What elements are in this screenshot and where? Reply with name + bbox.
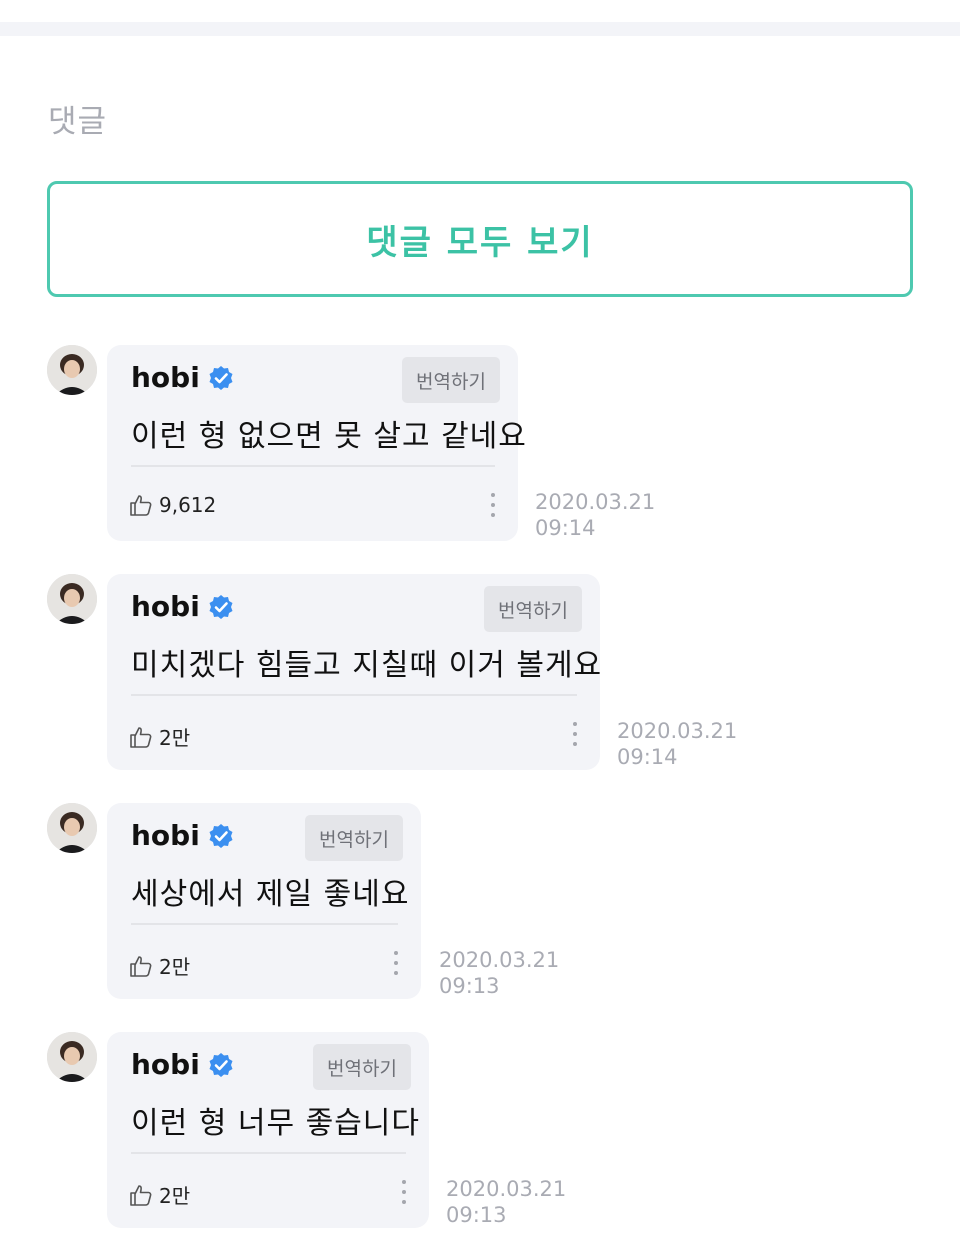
verified-badge-icon <box>209 594 233 619</box>
thumbs-up-icon <box>130 495 152 516</box>
comment-item: hobi 번역하기 세상에서 제일 좋네요 2만 2020.03.21 09:1… <box>0 803 960 1003</box>
avatar-image <box>47 1032 97 1082</box>
translate-button[interactable]: 번역하기 <box>402 357 500 403</box>
author-name: hobi <box>131 590 200 623</box>
comment-item: hobi 번역하기 이런 형 없으면 못 살고 같네요 9,612 2020.0… <box>0 345 960 545</box>
avatar[interactable] <box>47 803 97 853</box>
comment-bubble: hobi 번역하기 이런 형 너무 좋습니다 2만 <box>107 1032 429 1228</box>
translate-button[interactable]: 번역하기 <box>305 815 403 861</box>
avatar-image <box>47 803 97 853</box>
avatar-image <box>47 345 97 395</box>
translate-button[interactable]: 번역하기 <box>313 1044 411 1090</box>
comment-timestamp: 2020.03.21 09:13 <box>439 947 559 999</box>
divider <box>131 923 398 925</box>
avatar[interactable] <box>47 574 97 624</box>
thumbs-up-icon <box>130 1184 152 1206</box>
section-separator <box>0 22 960 36</box>
like-button[interactable]: 2만 <box>129 951 190 980</box>
comment-text: 이런 형 너무 좋습니다 <box>131 1106 421 1141</box>
comment-bubble: hobi 번역하기 이런 형 없으면 못 살고 같네요 9,612 <box>107 345 526 541</box>
comment-bubble: hobi 번역하기 미치겠다 힘들고 지칠때 이거 볼게요 2만 <box>107 574 603 770</box>
like-button[interactable]: 2만 <box>129 722 190 751</box>
top-strip <box>0 0 960 22</box>
thumbs-up-icon <box>130 726 152 748</box>
author-name: hobi <box>131 1048 200 1081</box>
comment-time: 09:14 <box>535 516 596 540</box>
avatar[interactable] <box>47 1032 97 1082</box>
comment-date: 2020.03.21 <box>535 490 656 514</box>
more-options-icon[interactable] <box>391 951 401 975</box>
comment-date: 2020.03.21 <box>439 948 560 972</box>
comments-section-title: 댓글 <box>48 104 108 140</box>
comment-time: 09:13 <box>439 974 500 998</box>
more-options-icon[interactable] <box>488 493 498 517</box>
comment-author[interactable]: hobi <box>131 819 234 852</box>
avatar[interactable] <box>47 345 97 395</box>
like-count: 9,612 <box>159 493 217 517</box>
comment-bubble: hobi 번역하기 세상에서 제일 좋네요 2만 <box>107 803 421 999</box>
more-options-icon[interactable] <box>399 1180 409 1204</box>
comment-author[interactable]: hobi <box>131 1048 234 1081</box>
comment-timestamp: 2020.03.21 09:14 <box>535 489 655 541</box>
like-button[interactable]: 2만 <box>129 1180 190 1209</box>
thumbs-up-icon <box>130 955 152 977</box>
divider <box>131 1152 406 1154</box>
comment-date: 2020.03.21 <box>446 1177 567 1201</box>
comment-item: hobi 번역하기 미치겠다 힘들고 지칠때 이거 볼게요 2만 2020.03… <box>0 574 960 774</box>
translate-button[interactable]: 번역하기 <box>484 586 582 632</box>
comment-author[interactable]: hobi <box>131 590 234 623</box>
comment-text: 미치겠다 힘들고 지칠때 이거 볼게요 <box>131 648 603 683</box>
comment-time: 09:13 <box>446 1203 507 1227</box>
verified-badge-icon <box>209 1052 233 1077</box>
comment-item: hobi 번역하기 이런 형 너무 좋습니다 2만 2020.03.21 09:… <box>0 1032 960 1232</box>
comment-timestamp: 2020.03.21 09:13 <box>446 1176 566 1228</box>
author-name: hobi <box>131 819 200 852</box>
author-name: hobi <box>131 361 200 394</box>
like-count: 2만 <box>159 955 191 979</box>
verified-badge-icon <box>209 365 233 390</box>
verified-badge-icon <box>209 823 233 848</box>
comment-text: 세상에서 제일 좋네요 <box>131 877 410 912</box>
comment-time: 09:14 <box>617 745 678 769</box>
like-count: 2만 <box>159 726 191 750</box>
view-all-comments-button[interactable]: 댓글 모두 보기 <box>47 181 913 297</box>
like-button[interactable]: 9,612 <box>129 493 216 517</box>
like-count: 2만 <box>159 1184 191 1208</box>
comment-timestamp: 2020.03.21 09:14 <box>617 718 737 770</box>
divider <box>131 694 577 696</box>
comment-text: 이런 형 없으면 못 살고 같네요 <box>131 419 527 454</box>
avatar-image <box>47 574 97 624</box>
comment-author[interactable]: hobi <box>131 361 234 394</box>
more-options-icon[interactable] <box>570 722 580 746</box>
divider <box>131 465 495 467</box>
comment-date: 2020.03.21 <box>617 719 738 743</box>
